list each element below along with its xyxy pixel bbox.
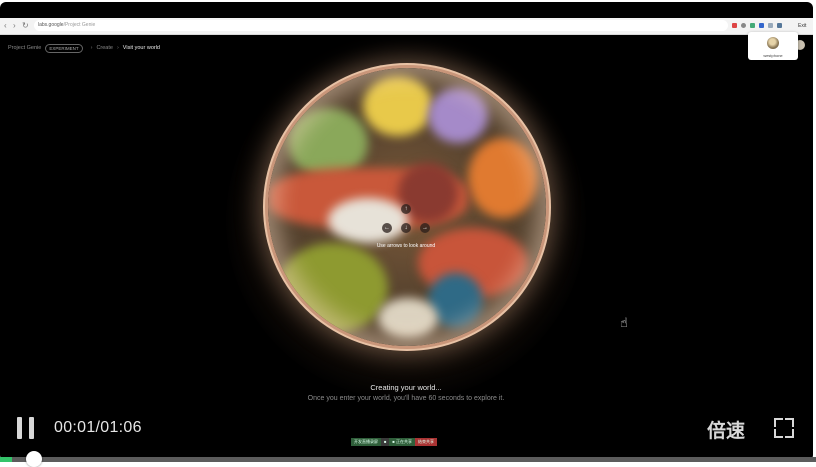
- progress-bar[interactable]: [0, 457, 816, 462]
- fullscreen-icon: [774, 429, 783, 438]
- extension-icon[interactable]: [741, 23, 746, 28]
- breadcrumb: Project Genie EXPERIMENT › Create › Visi…: [8, 42, 160, 54]
- share-bar-item[interactable]: ■ 正在共享: [389, 438, 415, 446]
- chevron-right-icon: ›: [90, 45, 93, 51]
- chevron-right-icon: ›: [116, 45, 119, 51]
- experiment-badge: EXPERIMENT: [45, 43, 83, 53]
- progress-fill: [0, 457, 13, 462]
- forward-icon[interactable]: ›: [13, 20, 16, 32]
- extension-icon[interactable]: [768, 23, 773, 28]
- speed-button[interactable]: 倍速: [707, 416, 745, 443]
- pause-icon: [17, 417, 22, 439]
- extension-icon[interactable]: [732, 23, 737, 28]
- status-subtitle: Once you enter your world, you'll have 6…: [307, 395, 505, 402]
- pause-icon: [29, 417, 34, 439]
- stop-share-button[interactable]: 结束共享: [414, 438, 437, 446]
- pointer-cursor-icon: ☝: [620, 315, 628, 330]
- fullscreen-icon: [785, 429, 794, 438]
- fullscreen-button[interactable]: [772, 416, 796, 440]
- profile-avatar: [767, 37, 779, 49]
- arrow-up-icon[interactable]: ↑: [401, 204, 411, 214]
- url-host: labs.google: [38, 22, 64, 28]
- breadcrumb-create[interactable]: Create: [96, 45, 113, 51]
- arrow-left-icon[interactable]: ←: [382, 223, 392, 233]
- extension-icon[interactable]: [777, 23, 782, 28]
- share-bar-item[interactable]: ■: [381, 438, 390, 446]
- video-frame: ‹ › ↻ labs.google/Project Genie Exit Pro…: [0, 2, 813, 461]
- reload-icon[interactable]: ↻: [22, 20, 29, 32]
- progress-handle[interactable]: [26, 451, 42, 467]
- arrow-down-icon[interactable]: ↓: [401, 223, 411, 233]
- arrow-right-icon[interactable]: →: [420, 223, 430, 233]
- look-hint: Use arrows to look around: [376, 243, 436, 249]
- profile-name: westphone: [763, 53, 783, 58]
- screen-share-bar: 开发直播录屏 ■ ■ 正在共享 结束共享: [351, 438, 437, 446]
- breadcrumb-app[interactable]: Project Genie: [8, 45, 41, 51]
- extension-icon[interactable]: [759, 23, 764, 28]
- back-icon[interactable]: ‹: [4, 20, 7, 32]
- playback-time: 00:01/01:06: [54, 419, 142, 436]
- extension-icon[interactable]: [750, 23, 755, 28]
- exit-button[interactable]: Exit: [798, 21, 806, 31]
- address-bar[interactable]: labs.google/Project Genie: [34, 20, 728, 31]
- share-bar-item[interactable]: 开发直播录屏: [351, 438, 381, 446]
- breadcrumb-current: Visit your world: [122, 45, 160, 51]
- fullscreen-icon: [785, 418, 794, 427]
- pause-button[interactable]: [17, 417, 37, 439]
- status-title: Creating your world...: [370, 383, 442, 392]
- url-path: /Project Genie: [63, 22, 96, 28]
- browser-toolbar: ‹ › ↻ labs.google/Project Genie Exit: [0, 18, 813, 35]
- fullscreen-icon: [774, 418, 783, 427]
- profile-popover: westphone: [748, 32, 798, 60]
